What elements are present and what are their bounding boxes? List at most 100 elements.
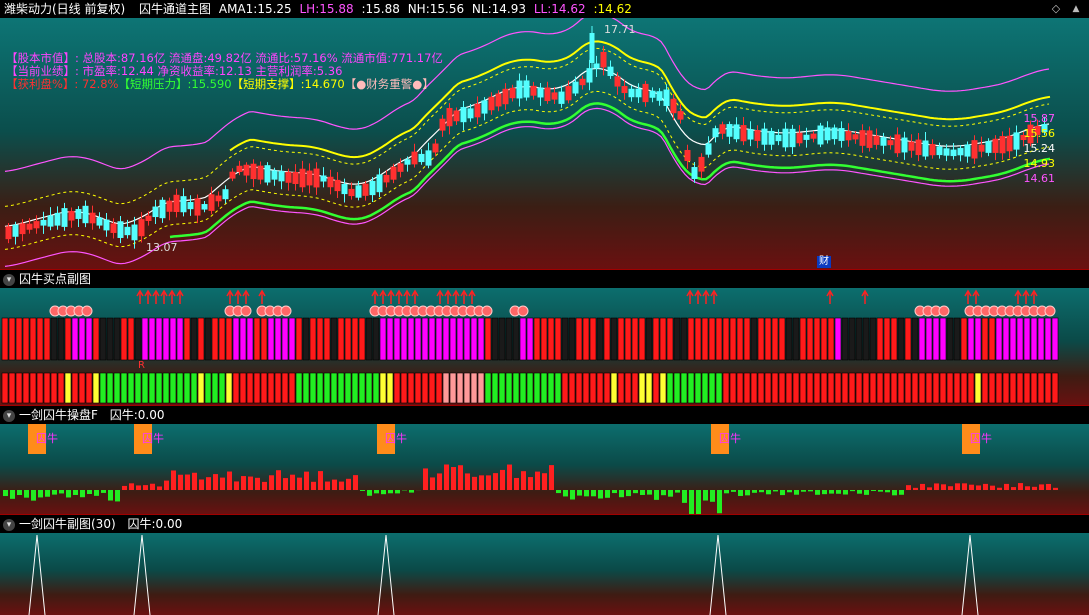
candle-body xyxy=(761,128,768,145)
macd-bar xyxy=(45,490,50,497)
candle-body xyxy=(19,223,26,235)
finance-badge[interactable]: 财 xyxy=(817,256,831,268)
macd-bar xyxy=(682,490,687,503)
signal-bar xyxy=(400,372,408,404)
operation-panel[interactable]: ▾ 一剑囚牛操盘F 囚牛:0.00 囚牛 囚牛 囚牛 囚牛 囚牛 xyxy=(0,406,1089,515)
collapse-up-icon[interactable]: ▲ xyxy=(1069,3,1083,15)
macd-bar xyxy=(199,479,204,490)
macd-bar xyxy=(192,472,197,490)
macd-bar xyxy=(605,490,610,498)
macd-bar xyxy=(976,485,981,490)
candle-body xyxy=(264,165,271,183)
macd-bar xyxy=(528,477,533,490)
buy-point-chart[interactable] xyxy=(0,288,1089,406)
ll-label: LL: xyxy=(533,2,552,16)
signal-bar xyxy=(379,372,387,404)
candle-body xyxy=(425,150,432,166)
signal-bar xyxy=(1051,372,1059,404)
macd-bar xyxy=(871,490,876,492)
signal-bar xyxy=(757,372,765,404)
candle-body xyxy=(593,63,600,69)
signal-badge-label: 囚牛 xyxy=(36,431,58,445)
macd-bar xyxy=(108,490,113,501)
candle-body xyxy=(481,100,488,114)
candle-body xyxy=(460,107,467,123)
signal-bar xyxy=(358,372,366,404)
buy-point-title[interactable]: 囚牛买点副图 xyxy=(19,272,91,286)
macd-bar xyxy=(1053,487,1058,490)
buy-point-bar xyxy=(246,317,254,361)
macd-bar xyxy=(1011,487,1016,490)
operation-title[interactable]: 一剑囚牛操盘F xyxy=(19,408,98,422)
buy-point-area[interactable]: R xyxy=(0,288,1089,406)
buy-point-bar xyxy=(1009,317,1017,361)
macd-bar xyxy=(220,477,225,490)
macd-bar xyxy=(129,483,134,490)
buy-point-panel[interactable]: ▾ 囚牛买点副图 R xyxy=(0,270,1089,406)
operation-area[interactable]: 囚牛 囚牛 囚牛 囚牛 囚牛 xyxy=(0,424,1089,515)
macd-bar xyxy=(388,490,393,494)
diamond-icon[interactable]: ◇ xyxy=(1049,3,1063,15)
chevron-down-icon[interactable]: ▾ xyxy=(3,409,15,422)
buy-point-bar xyxy=(43,317,51,361)
stock-title[interactable]: 潍柴动力(日线 前复权) xyxy=(4,2,125,16)
signal-bar xyxy=(162,372,170,404)
candle-body xyxy=(474,103,481,118)
macd-bar xyxy=(780,490,785,496)
candle-body xyxy=(250,163,257,180)
macd-bar xyxy=(1046,483,1051,490)
buy-point-bar xyxy=(120,317,128,361)
candle-body xyxy=(383,174,390,183)
signal-bar xyxy=(36,372,44,404)
macd-bar xyxy=(395,490,400,494)
buy-point-bar xyxy=(575,317,583,361)
buy-point-bar xyxy=(792,317,800,361)
macd-bar xyxy=(521,471,526,490)
sub-chart-title[interactable]: 一剑囚牛副图(30) xyxy=(19,517,116,531)
candle-body xyxy=(257,165,264,180)
candle-body xyxy=(418,153,425,163)
signal-bar xyxy=(876,372,884,404)
candle-body xyxy=(131,224,138,241)
candle-body xyxy=(362,183,369,196)
signal-bar xyxy=(743,372,751,404)
main-chart-panel[interactable]: 潍柴动力(日线 前复权) 囚牛通道主图 AMA1:15.25 LH:15.88 … xyxy=(0,0,1089,270)
signal-bar xyxy=(218,372,226,404)
indicator-name[interactable]: 囚牛通道主图 xyxy=(139,2,211,16)
macd-bar xyxy=(969,484,974,490)
macd-bar xyxy=(255,477,260,490)
signal-bar xyxy=(869,372,877,404)
sub-chart-lines[interactable] xyxy=(0,533,1089,615)
operation-chart[interactable]: 囚牛 囚牛 囚牛 囚牛 囚牛 xyxy=(0,424,1089,515)
sub-chart-panel[interactable]: ▾ 一剑囚牛副图(30) 囚牛:0.00 xyxy=(0,515,1089,615)
buy-point-bar xyxy=(1016,317,1024,361)
chevron-down-icon[interactable]: ▾ xyxy=(3,273,15,286)
macd-bar xyxy=(290,474,295,490)
macd-bar xyxy=(577,490,582,496)
signal-bar xyxy=(631,372,639,404)
buy-point-bar xyxy=(848,317,856,361)
buy-point-bar xyxy=(925,317,933,361)
main-chart-area[interactable]: 【股本市值】: 总股本:87.16亿 流通盘:49.82亿 流通比:57.16%… xyxy=(0,18,1089,270)
candle-body xyxy=(565,86,572,101)
chevron-down-icon[interactable]: ▾ xyxy=(3,518,15,531)
macd-bar xyxy=(304,471,309,490)
main-chart-header: 潍柴动力(日线 前复权) 囚牛通道主图 AMA1:15.25 LH:15.88 … xyxy=(0,0,1089,18)
signal-bar xyxy=(701,372,709,404)
signal-bar xyxy=(659,372,667,404)
buy-point-bar xyxy=(323,317,331,361)
macd-bar xyxy=(185,474,190,490)
buy-point-bar xyxy=(267,317,275,361)
ll-value: 14.62 xyxy=(551,2,586,16)
candle-body xyxy=(985,141,992,153)
signal-bar xyxy=(50,372,58,404)
candle-body xyxy=(551,92,558,100)
sub-chart-area[interactable] xyxy=(0,533,1089,615)
candle-body xyxy=(334,179,341,192)
info-line-3: 【获利盘%】: 72.8%【短期压力】:15.590【短期支撑】:14.670【… xyxy=(6,78,434,91)
signal-bar xyxy=(1023,372,1031,404)
signal-bar xyxy=(211,372,219,404)
signal-bar xyxy=(638,372,646,404)
macd-bar xyxy=(493,473,498,490)
signal-badge-label: 囚牛 xyxy=(719,431,741,445)
